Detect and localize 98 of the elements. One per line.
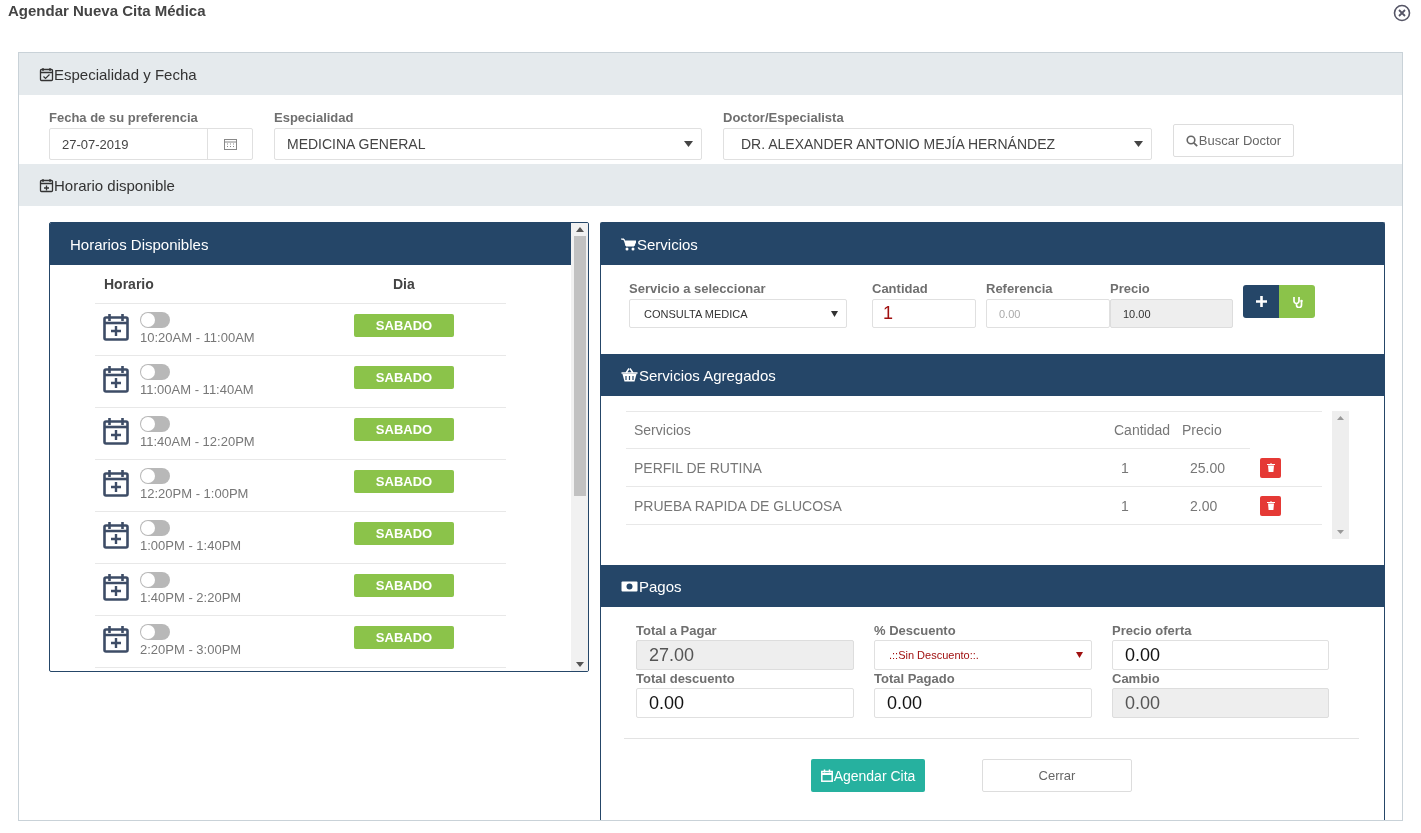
field-label: Total a Pagar — [636, 623, 718, 638]
toggle-switch[interactable] — [140, 468, 170, 484]
field-label: % Descuento — [874, 623, 957, 638]
trash-icon — [1266, 463, 1275, 472]
calendar-plus-icon — [39, 177, 54, 193]
calendar-icon — [820, 769, 833, 782]
field-label: Fecha de su preferencia — [49, 110, 199, 125]
caret-icon — [831, 310, 838, 317]
input-field[interactable]: 0.00 — [1112, 688, 1329, 718]
field-label: Cantidad — [872, 281, 929, 296]
money-icon — [621, 580, 638, 592]
calendar-plus-icon[interactable] — [103, 521, 129, 549]
calendar-plus-icon[interactable] — [103, 573, 129, 601]
scrollbar-thumb[interactable] — [573, 236, 586, 496]
time-range: 12:20PM - 1:00PM — [140, 486, 250, 501]
day-label: SABADO — [354, 418, 454, 441]
basket-icon — [621, 368, 638, 382]
dialog-title: Agendar Nueva Cita Médica — [8, 2, 206, 19]
select-field[interactable]: DR. ALEXANDER ANTONIO MEJÍA HERNÁNDEZ — [723, 128, 1152, 160]
panel-header: Horarios Disponibles — [50, 223, 571, 265]
toggle-switch[interactable] — [140, 572, 170, 588]
add-button[interactable] — [1243, 285, 1279, 318]
field-label: Cambio — [1112, 671, 1161, 686]
column-header: Servicios — [633, 422, 692, 438]
field-label: Doctor/Especialista — [723, 110, 845, 125]
section-title: Especialidad y Fecha — [54, 65, 197, 83]
day-label: SABADO — [354, 626, 454, 649]
close-icon[interactable] — [1393, 4, 1411, 22]
time-range: 10:20AM - 11:00AM — [140, 330, 256, 345]
input-field[interactable]: 0.00 — [874, 688, 1092, 718]
table-cell-text: PERFIL DE RUTINA — [633, 459, 763, 476]
field-label: Total Pagado — [874, 671, 956, 686]
input-field[interactable]: 0.00 — [1112, 640, 1329, 670]
column-header: Precio — [1182, 422, 1223, 438]
calendar-plus-icon[interactable] — [103, 625, 129, 653]
calendar-plus-icon[interactable] — [103, 417, 129, 445]
stethoscope-icon — [1291, 295, 1303, 308]
scroll-down-icon[interactable] — [575, 662, 584, 667]
table-cell-text: 1 — [1121, 497, 1130, 514]
close-button[interactable]: Cerrar — [982, 759, 1132, 792]
scroll-up-icon[interactable] — [575, 227, 584, 232]
day-label: SABADO — [354, 314, 454, 337]
column-header: Horario — [104, 276, 155, 292]
day-label: SABADO — [354, 470, 454, 493]
time-range: 1:40PM - 2:20PM — [140, 590, 243, 605]
field-label: Servicio a seleccionar — [629, 281, 767, 296]
day-label: SABADO — [354, 366, 454, 389]
time-range: 11:00AM - 11:40AM — [140, 382, 255, 397]
delete-button[interactable] — [1260, 495, 1281, 516]
toggle-switch[interactable] — [140, 520, 170, 536]
toggle-switch[interactable] — [140, 624, 170, 640]
section-title: Horario disponible — [54, 176, 175, 194]
panel-header: Servicios — [601, 223, 1384, 265]
column-header: Dia — [393, 276, 415, 292]
field-label: Especialidad — [274, 110, 355, 125]
field-label: Total descuento — [636, 671, 736, 686]
day-label: SABADO — [354, 574, 454, 597]
input-field[interactable]: 0.00 — [636, 688, 854, 718]
table-cell-text: 2.00 — [1190, 497, 1219, 514]
input-field[interactable]: 10.00 — [1110, 299, 1233, 328]
scrollbar[interactable] — [571, 223, 588, 671]
delete-button[interactable] — [1260, 457, 1281, 478]
table-cell-text: 1 — [1121, 459, 1130, 476]
calendar-plus-icon[interactable] — [103, 469, 129, 497]
time-range: 2:20PM - 3:00PM — [140, 642, 243, 657]
caret-icon — [1076, 652, 1083, 658]
search-icon — [1185, 134, 1198, 147]
field-label: Precio oferta — [1112, 623, 1193, 638]
calendar-plus-icon[interactable] — [103, 313, 129, 341]
field-label: Precio — [1110, 281, 1151, 296]
input-field[interactable]: 1 — [872, 299, 976, 328]
search-doctor-button[interactable]: Buscar Doctor — [1173, 124, 1294, 157]
cart-icon — [621, 237, 636, 251]
day-label: SABADO — [354, 522, 454, 545]
input-field[interactable]: 0.00 — [986, 299, 1110, 328]
calendar-icon[interactable] — [223, 138, 237, 150]
calendar-plus-icon[interactable] — [103, 365, 129, 393]
select-field[interactable]: .::Sin Descuento::. — [874, 640, 1092, 670]
table-cell-text: 25.00 — [1190, 459, 1227, 476]
time-range: 11:40AM - 12:20PM — [140, 434, 256, 449]
select-field[interactable]: CONSULTA MEDICA — [629, 299, 847, 328]
input-field[interactable]: 27.00 — [636, 640, 854, 670]
time-range: 1:00PM - 1:40PM — [140, 538, 243, 553]
table-cell-text: PRUEBA RAPIDA DE GLUCOSA — [633, 497, 843, 514]
date-field[interactable]: 27-07-2019 — [49, 128, 253, 160]
column-header: Cantidad — [1114, 422, 1172, 438]
trash-icon — [1266, 501, 1275, 510]
caret-icon — [1134, 141, 1143, 147]
select-field[interactable]: MEDICINA GENERAL — [274, 128, 702, 160]
toggle-switch[interactable] — [140, 416, 170, 432]
caret-icon — [684, 141, 693, 147]
calendar-check-icon — [39, 66, 54, 82]
panel-header: Pagos — [601, 565, 1384, 607]
plus-icon — [1255, 296, 1267, 307]
field-label: Referencia — [986, 281, 1054, 296]
toggle-switch[interactable] — [140, 364, 170, 380]
panel-header: Servicios Agregados — [601, 354, 1384, 396]
toggle-switch[interactable] — [140, 312, 170, 328]
